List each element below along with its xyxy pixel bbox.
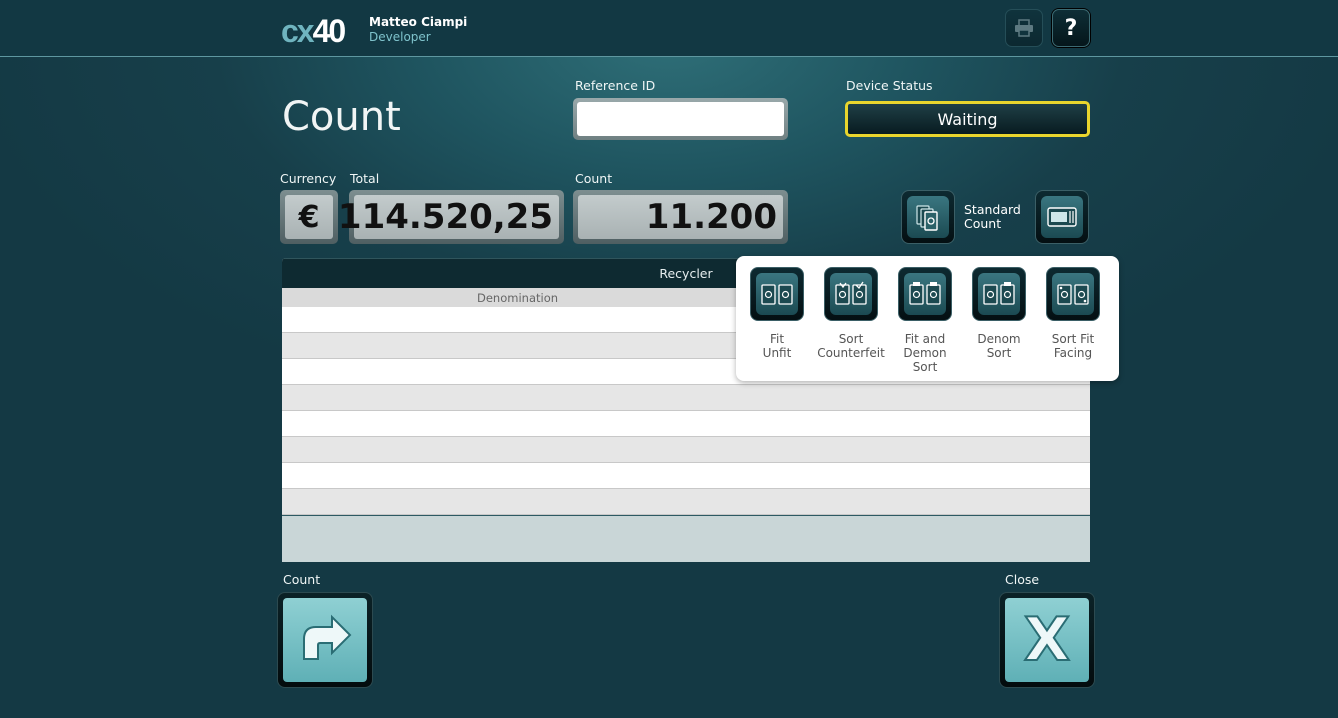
sort-fit-facing-icon xyxy=(1057,284,1089,305)
user-name: Matteo Ciampi xyxy=(369,15,468,29)
total-field: 114.520,25 xyxy=(338,190,564,244)
cash-drawer-icon xyxy=(1047,207,1077,227)
page-title: Count xyxy=(282,94,401,140)
table-row xyxy=(282,463,1090,489)
reference-id-label: Reference ID xyxy=(575,78,656,93)
help-button[interactable]: ? xyxy=(1052,9,1090,47)
help-icon: ? xyxy=(1064,15,1078,41)
table-row xyxy=(282,385,1090,411)
user-role: Developer xyxy=(369,30,431,44)
close-button[interactable]: X xyxy=(999,592,1095,688)
device-status-badge: Waiting xyxy=(845,101,1090,137)
table-row xyxy=(282,437,1090,463)
sort-fit-facing-label: Sort Fit Facing xyxy=(1051,332,1095,360)
mode-option-sort-counterfeit[interactable]: Sort Counterfeit xyxy=(814,267,888,360)
count-button[interactable] xyxy=(277,592,373,688)
currency-label: Currency xyxy=(280,171,337,186)
count-action-label: Count xyxy=(283,572,321,587)
fit-demon-sort-icon xyxy=(909,282,941,305)
fit-demon-sort-label: Fit and Demon Sort xyxy=(903,332,947,374)
denom-sort-label: Denom Sort xyxy=(977,332,1021,360)
reference-id-input[interactable] xyxy=(577,102,784,136)
cash-drawer-button[interactable] xyxy=(1035,190,1089,244)
close-icon: X xyxy=(1023,604,1071,676)
table-footer xyxy=(282,515,1090,562)
reference-id-field-frame xyxy=(573,98,788,140)
print-button[interactable] xyxy=(1005,9,1043,47)
sort-fit-facing-button[interactable] xyxy=(1046,267,1100,321)
mode-option-sort-fit-facing[interactable]: Sort Fit Facing xyxy=(1036,267,1110,360)
count-value: 11.200 xyxy=(578,195,783,239)
app-logo: cx40 xyxy=(281,13,347,50)
currency-field: € xyxy=(280,190,338,244)
count-mode-label: Standard Count xyxy=(964,202,1021,231)
table-row xyxy=(282,411,1090,437)
logo-prefix: cx xyxy=(281,13,315,49)
table-row xyxy=(282,489,1090,515)
device-status-label: Device Status xyxy=(846,78,933,93)
logo-number: 40 xyxy=(312,13,347,49)
currency-symbol: € xyxy=(285,195,333,239)
total-label: Total xyxy=(350,171,380,186)
sort-counterfeit-button[interactable] xyxy=(824,267,878,321)
return-arrow-icon xyxy=(303,614,352,660)
mode-option-fit-unfit[interactable]: Fit Unfit xyxy=(740,267,814,360)
count-mode-button[interactable] xyxy=(901,190,955,244)
fit-demon-sort-button[interactable] xyxy=(898,267,952,321)
close-action-label: Close xyxy=(1005,572,1040,587)
count-label: Count xyxy=(575,171,613,186)
fit-unfit-label: Fit Unfit xyxy=(762,332,792,360)
printer-icon xyxy=(1015,19,1033,37)
top-bar: cx40 Matteo Ciampi Developer ? xyxy=(0,0,1338,57)
fit-unfit-icon xyxy=(761,284,793,305)
mode-option-denom-sort[interactable]: Denom Sort xyxy=(962,267,1036,360)
total-value: 114.520,25 xyxy=(338,195,559,239)
fit-unfit-button[interactable] xyxy=(750,267,804,321)
count-field: 11.200 xyxy=(573,190,788,244)
sort-counterfeit-icon xyxy=(835,281,867,305)
denom-sort-button[interactable] xyxy=(972,267,1026,321)
sort-counterfeit-label: Sort Counterfeit xyxy=(817,332,885,360)
banknote-stack-icon xyxy=(916,205,938,231)
mode-option-fit-demon-sort[interactable]: Fit and Demon Sort xyxy=(888,267,962,374)
count-mode-popup: Fit Unfit Sort Counterfeit Fit and Demon… xyxy=(736,256,1119,381)
denom-sort-icon xyxy=(983,282,1015,305)
